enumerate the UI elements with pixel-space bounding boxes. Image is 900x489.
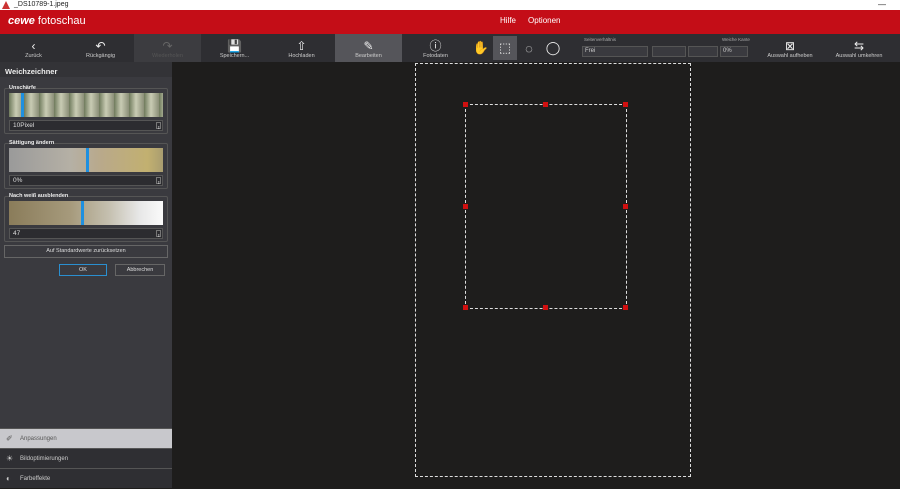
- color-effects-icon: ◐: [6, 474, 11, 483]
- invert-selection-icon: ⇆: [853, 39, 865, 53]
- save-button[interactable]: 💾 Speichern...: [201, 34, 268, 62]
- back-button[interactable]: ‹ Zurück: [0, 34, 67, 62]
- selection-handle[interactable]: [623, 305, 628, 310]
- save-icon: 💾: [227, 39, 242, 53]
- side-panel: Weichzeichner Unschärfe 10Pixel ⇕ Sättigu…: [0, 62, 172, 488]
- selection-handle[interactable]: [463, 305, 468, 310]
- selection-handle[interactable]: [463, 102, 468, 107]
- panel-title: Weichzeichner: [0, 62, 172, 77]
- fade-white-value[interactable]: 47 ⇕: [9, 228, 163, 239]
- height-input[interactable]: [688, 46, 718, 57]
- selection-handle[interactable]: [543, 102, 548, 107]
- menu-hilfe[interactable]: Hilfe: [500, 16, 516, 25]
- undo-button[interactable]: ↶ Rückgängig: [67, 34, 134, 62]
- edit-button[interactable]: ✎ Bearbeiten: [335, 34, 402, 62]
- slider-thumb[interactable]: [81, 201, 85, 225]
- nav-bildoptimierungen[interactable]: ☀ Bildoptimierungen: [0, 448, 172, 468]
- info-icon: ⓘ: [429, 39, 442, 53]
- upload-button[interactable]: ⇧ Hochladen: [268, 34, 335, 62]
- nav-anpassungen[interactable]: ✐ Anpassungen: [0, 428, 172, 448]
- aspect-select[interactable]: Frei: [582, 46, 648, 57]
- reset-defaults-button[interactable]: Auf Standardwerte zurücksetzen: [4, 245, 168, 258]
- app-icon: [2, 1, 10, 9]
- saturation-slider[interactable]: [9, 148, 163, 172]
- image-canvas[interactable]: [172, 62, 900, 485]
- width-input[interactable]: [652, 46, 686, 57]
- upload-icon: ⇧: [296, 39, 307, 53]
- menu-optionen[interactable]: Optionen: [528, 16, 560, 25]
- selection-handle[interactable]: [623, 102, 628, 107]
- window-title: _DS10789-1.jpeg: [14, 1, 69, 8]
- selection-handle[interactable]: [463, 204, 468, 209]
- clear-selection-icon: ⊠: [784, 39, 796, 53]
- sun-icon: ☀: [6, 454, 14, 463]
- slider-thumb[interactable]: [86, 148, 89, 172]
- cancel-button[interactable]: Abbrechen: [115, 264, 165, 276]
- title-bar: _DS10789-1.jpeg —: [0, 0, 900, 10]
- hand-icon[interactable]: ✋: [469, 36, 493, 60]
- selection-rect[interactable]: [465, 104, 627, 309]
- toolbar: ‹ Zurück ↶ Rückgängig ↷ Wiederholen 💾 Speich…: [0, 34, 900, 62]
- redo-icon: ↷: [162, 39, 173, 53]
- minimize-button[interactable]: —: [878, 0, 886, 10]
- fade-white-slider[interactable]: [9, 201, 163, 225]
- clear-selection-button[interactable]: ⊠ Auswahl aufheben: [760, 34, 820, 62]
- back-icon: ‹: [31, 39, 36, 53]
- undo-icon: ↶: [95, 39, 106, 53]
- selection-handle[interactable]: [543, 305, 548, 310]
- ellipse-select-icon[interactable]: ◌: [517, 36, 541, 60]
- blur-slider[interactable]: [9, 93, 163, 117]
- saturation-value[interactable]: 0% ⇕: [9, 175, 163, 186]
- fade-white-group: Nach weiß ausblenden 47 ⇕: [4, 193, 168, 242]
- lasso-icon[interactable]: ◯: [541, 36, 565, 60]
- blur-value[interactable]: 10Pixel ⇕: [9, 120, 163, 131]
- redo-button[interactable]: ↷ Wiederholen: [134, 34, 201, 62]
- blur-group: Unschärfe 10Pixel ⇕: [4, 85, 168, 134]
- selection-handle[interactable]: [623, 204, 628, 209]
- rect-select-icon[interactable]: ⬚: [493, 36, 517, 60]
- nav-farbeffekte[interactable]: ◐ Farbeffekte: [0, 468, 172, 488]
- invert-selection-button[interactable]: ⇆ Auswahl umkehren: [828, 34, 890, 62]
- aspect-label: Seitenverhältnis: [584, 37, 617, 42]
- edit-icon: ✎: [363, 39, 374, 53]
- photo-info-button[interactable]: ⓘ Fotodaten: [402, 34, 469, 62]
- app-header: cewe fotoschau Hilfe Optionen: [0, 10, 900, 34]
- saturation-group: Sättigung ändern 0% ⇕: [4, 140, 168, 189]
- feather-input[interactable]: 0%: [720, 46, 748, 57]
- logo: cewe fotoschau: [8, 15, 86, 27]
- feather-label: Weiche Kante: [722, 37, 750, 42]
- slider-thumb[interactable]: [21, 93, 25, 117]
- ok-button[interactable]: OK: [59, 264, 107, 276]
- adjust-icon: ✐: [6, 434, 13, 443]
